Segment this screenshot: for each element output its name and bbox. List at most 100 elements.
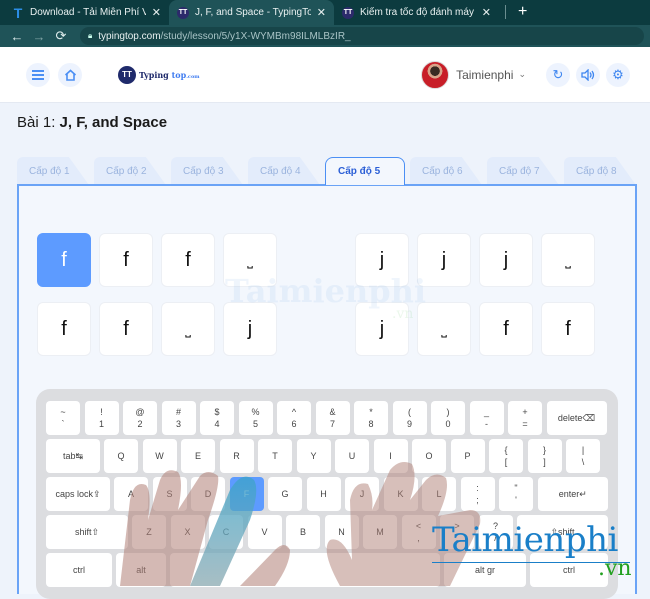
key-c[interactable]: C <box>209 515 243 549</box>
key-q[interactable]: Q <box>104 439 138 473</box>
left-ctrl-key[interactable]: ctrl <box>46 553 112 587</box>
chevron-down-icon[interactable]: ⌄ <box>518 69 526 80</box>
logo-text: Typing top.com <box>139 69 200 80</box>
key-0[interactable]: ) 0 <box>431 401 465 435</box>
key--[interactable]: _ - <box>469 401 504 435</box>
url-path: /study/lesson/5/y1X-WYMBm98ILMLBzIR_ <box>160 30 351 42</box>
level-tab-7[interactable]: Cấp độ 7 <box>487 157 559 185</box>
key-label: Z <box>146 527 152 537</box>
level-tab-1[interactable]: Cấp độ 1 <box>17 157 89 185</box>
key-label: X <box>184 527 191 537</box>
close-tab-icon[interactable]: ✕ <box>482 6 491 19</box>
space-bar[interactable] <box>170 553 440 587</box>
key-punct-1[interactable]: " ' <box>499 477 533 511</box>
tab-title: Kiểm tra tốc độ đánh máy tiếng \ <box>360 7 476 18</box>
close-tab-icon[interactable]: ✕ <box>317 6 326 19</box>
level-tab-5[interactable]: Cấp độ 5 <box>325 157 405 185</box>
space-char-cell: ⎵ <box>541 233 595 287</box>
key-i[interactable]: I <box>373 439 408 473</box>
tab-key[interactable]: tab↹ <box>46 439 100 473</box>
key-label: ctrl <box>73 565 85 575</box>
key-w[interactable]: W <box>142 439 177 473</box>
new-tab-button[interactable]: + <box>512 3 533 25</box>
level-tab-8[interactable]: Cấp độ 8 <box>564 157 636 185</box>
left-alt-key[interactable]: alt <box>116 553 166 587</box>
key-9[interactable]: (9 <box>392 401 427 435</box>
key-v[interactable]: V <box>247 515 282 549</box>
key-label: K <box>397 489 404 499</box>
key-f[interactable]: F <box>229 477 264 511</box>
level-tab-4[interactable]: Cấp độ 4 <box>248 157 320 185</box>
key-t[interactable]: T <box>258 439 292 473</box>
refresh-icon: ↻ <box>552 66 564 82</box>
enter-key[interactable]: enter↵ <box>537 477 608 511</box>
key-y[interactable]: Y <box>296 439 331 473</box>
browser-tab-typingtop[interactable]: TT J, F, and Space - TypingTop ✕ <box>169 0 334 25</box>
key-=[interactable]: + = <box>508 401 542 435</box>
watermark-suffix: .vn <box>392 306 414 322</box>
user-avatar[interactable] <box>421 60 450 89</box>
key-label: P <box>464 451 471 461</box>
key-6[interactable]: ^ 6 <box>277 401 311 435</box>
key-`[interactable]: ~ ` <box>46 401 80 435</box>
key-bracket-1[interactable]: }] <box>527 439 562 473</box>
key-label: N <box>338 527 345 537</box>
caps-lock-key[interactable]: caps lock⇪ <box>46 477 110 511</box>
key-h[interactable]: H <box>306 477 341 511</box>
key-2[interactable]: @2 <box>123 401 157 435</box>
key-p[interactable]: P <box>450 439 485 473</box>
settings-button[interactable]: ⚙ <box>606 62 630 87</box>
key-u[interactable]: U <box>335 439 369 473</box>
back-arrow-icon[interactable]: ← <box>6 29 28 44</box>
key-e[interactable]: E <box>181 439 215 473</box>
browser-tab-speed-test[interactable]: TT Kiểm tra tốc độ đánh máy tiếng \ ✕ <box>334 0 499 25</box>
url-input[interactable]: 🔒︎ typingtop.com/study/lesson/5/y1X-WYMB… <box>80 27 644 45</box>
key-o[interactable]: O <box>412 439 446 473</box>
key-3[interactable]: #3 <box>161 401 196 435</box>
key-k[interactable]: K <box>383 477 418 511</box>
browser-tab-taimienphi[interactable]: T Download - Tải Miễn Phí VN - Ph ✕ <box>4 0 169 25</box>
level-tab-3[interactable]: Cấp độ 3 <box>171 157 243 185</box>
key-5[interactable]: % 5 <box>238 401 273 435</box>
key-4[interactable]: $4 <box>200 401 234 435</box>
key-label: % <box>251 407 260 417</box>
username[interactable]: Taimienphi <box>456 68 513 82</box>
key-j[interactable]: J <box>345 477 379 511</box>
menu-button[interactable] <box>26 62 50 87</box>
key-r[interactable]: R <box>219 439 254 473</box>
key-z[interactable]: Z <box>132 515 166 549</box>
key-label: ; <box>476 495 479 505</box>
key-x[interactable]: X <box>170 515 205 549</box>
sound-button[interactable] <box>576 62 600 87</box>
key-m[interactable]: M <box>363 515 397 549</box>
delete-key[interactable]: delete⌫ <box>546 401 607 435</box>
key-bracket-2[interactable]: | \ <box>566 439 600 473</box>
key-l[interactable]: L <box>422 477 456 511</box>
key-label: Q <box>117 451 125 461</box>
key-punct-0[interactable]: :; <box>460 477 495 511</box>
close-tab-icon[interactable]: ✕ <box>152 6 161 19</box>
level-tab-6[interactable]: Cấp độ 6 <box>410 157 482 185</box>
left-shift-key[interactable]: shift⇧ <box>46 515 128 549</box>
key-n[interactable]: N <box>324 515 359 549</box>
typingtop-logo[interactable]: TT Typing top.com <box>118 65 200 84</box>
site-header: TT Typing top.com Taimienphi ⌄ ↻ ⚙ <box>0 47 650 103</box>
key-b[interactable]: B <box>286 515 320 549</box>
key-label: = <box>522 419 528 429</box>
home-button[interactable] <box>58 62 82 87</box>
restart-button[interactable]: ↻ <box>546 62 570 87</box>
key-1[interactable]: ! 1 <box>84 401 119 435</box>
key-bracket-0[interactable]: {[ <box>489 439 523 473</box>
key-d[interactable]: D <box>191 477 225 511</box>
space-char-cell: ⎵ <box>161 302 215 356</box>
key-label: 3 <box>175 419 181 429</box>
key-8[interactable]: * 8 <box>354 401 388 435</box>
reload-icon[interactable]: ⟳ <box>50 28 72 44</box>
key-a[interactable]: A <box>114 477 148 511</box>
key-g[interactable]: G <box>268 477 302 511</box>
key-punct-r4-0[interactable]: <, <box>401 515 436 549</box>
level-tab-2[interactable]: Cấp độ 2 <box>94 157 166 185</box>
key-s[interactable]: S <box>152 477 187 511</box>
forward-arrow-icon[interactable]: → <box>28 29 50 44</box>
key-7[interactable]: & 7 <box>315 401 350 435</box>
